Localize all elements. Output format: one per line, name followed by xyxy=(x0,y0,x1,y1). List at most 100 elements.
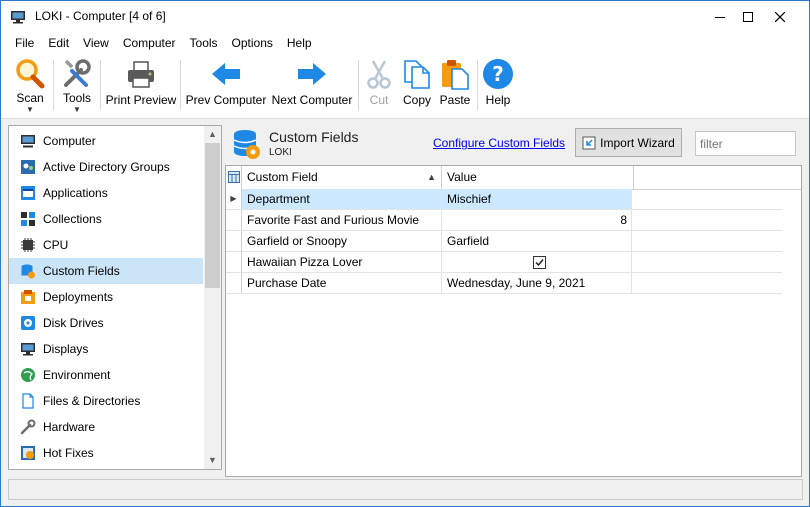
category-item-hot-fixes[interactable]: Hot Fixes xyxy=(9,440,203,466)
collections-icon xyxy=(21,212,35,226)
field-name-cell[interactable]: Hawaiian Pizza Lover xyxy=(242,252,442,272)
category-item-applications[interactable]: Applications xyxy=(9,180,203,206)
column-header-value[interactable]: Value xyxy=(442,166,634,189)
scan-button[interactable]: Scan ▼ xyxy=(9,58,51,116)
toolbar-separator xyxy=(477,60,478,110)
print-preview-button[interactable]: Print Preview xyxy=(105,58,177,116)
category-item-disk-drives[interactable]: Disk Drives xyxy=(9,310,203,336)
row-header[interactable] xyxy=(226,231,242,251)
field-value-cell[interactable] xyxy=(442,252,632,272)
help-label: Help xyxy=(485,93,511,107)
menu-options[interactable]: Options xyxy=(225,32,280,54)
category-item-files-directories[interactable]: Files & Directories xyxy=(9,388,203,414)
status-bar xyxy=(8,479,803,500)
copy-button[interactable]: Copy xyxy=(399,58,435,116)
category-item-computer[interactable]: Computer xyxy=(9,128,203,154)
checkbox-checked-icon[interactable] xyxy=(532,255,546,269)
field-name-cell[interactable]: Department xyxy=(242,189,442,209)
field-name-cell[interactable]: Garfield or Snoopy xyxy=(242,231,442,251)
category-label: Displays xyxy=(43,342,89,356)
category-label: Custom Fields xyxy=(43,264,120,278)
hardware-icon xyxy=(20,419,36,435)
next-computer-label: Next Computer xyxy=(271,93,353,107)
category-label: Collections xyxy=(43,212,102,226)
category-item-environment[interactable]: Environment xyxy=(9,362,203,388)
custom-fields-icon xyxy=(233,130,260,159)
applications-icon xyxy=(21,186,35,200)
minimize-icon xyxy=(715,16,725,18)
toolbar: Scan ▼ Tools ▼ Print Preview Prev Comput… xyxy=(1,54,809,119)
tools-button[interactable]: Tools ▼ xyxy=(57,58,97,116)
printer-icon xyxy=(128,61,154,88)
app-window: LOKI - Computer [4 of 6] File Edit View … xyxy=(0,0,810,507)
table-row[interactable]: Garfield or Snoopy Garfield xyxy=(226,231,782,252)
category-label: Computer xyxy=(43,134,96,148)
field-name-cell[interactable]: Favorite Fast and Furious Movie xyxy=(242,210,442,230)
category-item-hardware[interactable]: Hardware xyxy=(9,414,203,440)
toolbar-separator xyxy=(100,60,101,110)
category-item-collections[interactable]: Collections xyxy=(9,206,203,232)
field-name-cell[interactable]: Purchase Date xyxy=(242,273,442,293)
row-header[interactable] xyxy=(226,252,242,272)
table-row[interactable]: Purchase Date Wednesday, June 9, 2021 xyxy=(226,273,782,294)
cut-button[interactable]: Cut xyxy=(363,58,395,116)
table-row[interactable]: ▶ Department Mischief xyxy=(226,189,782,210)
category-label: Applications xyxy=(43,186,108,200)
menu-file[interactable]: File xyxy=(8,32,41,54)
grid-header: Custom Field ▲ Value xyxy=(226,166,801,190)
paste-button[interactable]: Paste xyxy=(438,58,472,116)
hotfixes-icon xyxy=(21,446,35,460)
row-header[interactable] xyxy=(226,273,242,293)
disk-drives-icon xyxy=(21,316,35,330)
category-item-deployments[interactable]: Deployments xyxy=(9,284,203,310)
menu-tools[interactable]: Tools xyxy=(183,32,225,54)
row-header[interactable] xyxy=(226,210,242,230)
toolbar-separator xyxy=(180,60,181,110)
row-header[interactable]: ▶ xyxy=(226,189,242,209)
menu-computer[interactable]: Computer xyxy=(116,32,183,54)
print-preview-label: Print Preview xyxy=(105,93,177,107)
column-header-custom-field[interactable]: Custom Field ▲ xyxy=(242,166,442,189)
cut-label: Cut xyxy=(369,93,389,107)
category-list: Computer Active Directory Groups Applicati… xyxy=(8,125,222,470)
next-computer-button[interactable]: Next Computer xyxy=(270,58,354,116)
menu-view[interactable]: View xyxy=(76,32,116,54)
prev-computer-button[interactable]: Prev Computer xyxy=(185,58,267,116)
field-value-cell[interactable]: 8 xyxy=(442,210,632,230)
help-icon: ? xyxy=(483,59,513,89)
help-button[interactable]: ? Help xyxy=(482,58,514,116)
category-label: Deployments xyxy=(43,290,114,304)
field-value-cell[interactable]: Garfield xyxy=(442,231,632,251)
scroll-up-icon[interactable]: ▲ xyxy=(204,126,221,143)
category-item-custom-fields[interactable]: Custom Fields xyxy=(9,258,203,284)
scroll-thumb[interactable] xyxy=(205,143,220,288)
category-items: Computer Active Directory Groups Applicati… xyxy=(9,128,203,466)
menu-help[interactable]: Help xyxy=(280,32,319,54)
category-scrollbar[interactable]: ▲ ▼ xyxy=(204,126,221,469)
column-label: Custom Field xyxy=(247,170,318,184)
category-label: Hot Fixes xyxy=(43,446,94,460)
column-label: Value xyxy=(447,170,477,184)
scroll-down-icon[interactable]: ▼ xyxy=(204,452,221,469)
arrow-left-icon xyxy=(212,63,240,85)
import-wizard-button[interactable]: Import Wizard xyxy=(575,128,682,157)
field-value-cell[interactable]: Mischief xyxy=(442,189,632,209)
category-label: Environment xyxy=(43,368,111,382)
tools-label: Tools xyxy=(62,91,91,105)
menu-edit[interactable]: Edit xyxy=(41,32,76,54)
current-row-indicator-icon: ▶ xyxy=(230,194,237,203)
close-button[interactable] xyxy=(763,1,797,32)
configure-custom-fields-link[interactable]: Configure Custom Fields xyxy=(433,136,565,150)
filter-input[interactable] xyxy=(695,131,796,156)
category-item-displays[interactable]: Displays xyxy=(9,336,203,362)
svg-text:?: ? xyxy=(492,62,504,86)
maximize-button[interactable] xyxy=(731,1,765,32)
prev-computer-label: Prev Computer xyxy=(185,93,267,107)
table-row[interactable]: Favorite Fast and Furious Movie 8 xyxy=(226,210,782,231)
field-value-cell[interactable]: Wednesday, June 9, 2021 xyxy=(442,273,632,293)
cpu-icon xyxy=(21,238,35,252)
table-row[interactable]: Hawaiian Pizza Lover xyxy=(226,252,782,273)
category-item-active-directory-groups[interactable]: Active Directory Groups xyxy=(9,154,203,180)
grid-corner[interactable] xyxy=(226,166,242,189)
category-item-cpu[interactable]: CPU xyxy=(9,232,203,258)
